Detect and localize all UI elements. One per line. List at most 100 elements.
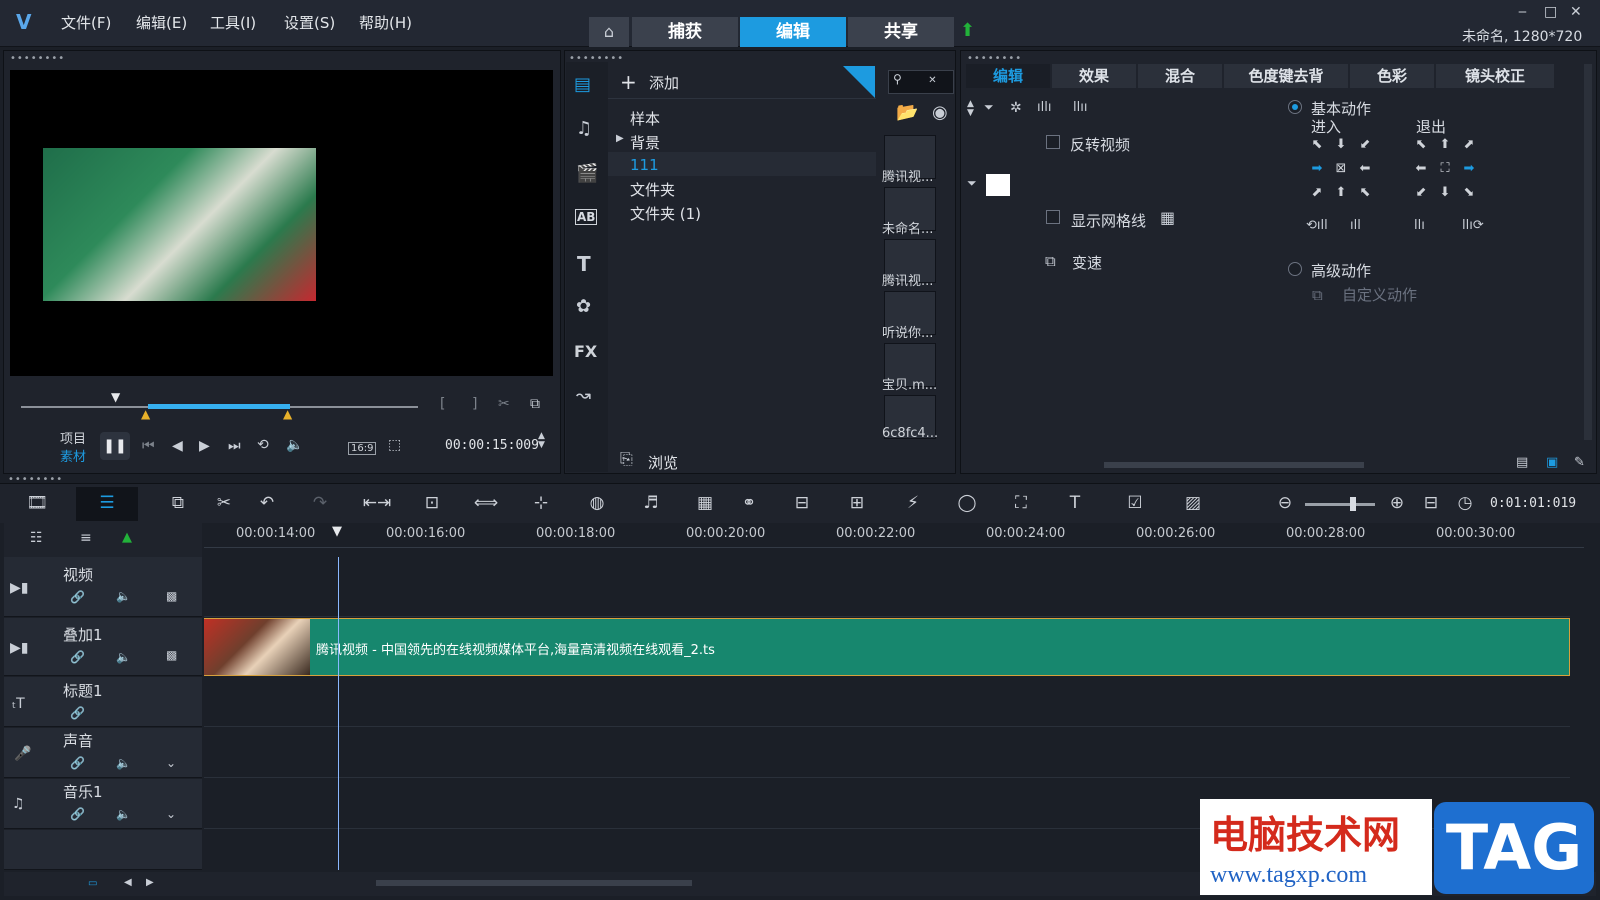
trim-end-marker[interactable]: ▲ [283,407,292,421]
speed-button[interactable]: 变速 [1072,252,1102,273]
scroll-left-icon[interactable]: ◀ [124,877,132,888]
clock-icon[interactable]: ◷ [1450,490,1480,516]
folder-folder-1[interactable]: 文件夹 (1) [630,203,701,224]
title-3d-icon[interactable]: T [1060,490,1090,516]
go-start-icon[interactable]: ⏮ [142,438,155,454]
timecode-stepper-icon[interactable]: ▲ ▼ [538,432,545,450]
folder-background[interactable]: 背景 [630,132,660,153]
fade-in-icon[interactable]: ıllı [1037,100,1051,115]
fade-out-motion-icon[interactable]: llı [1414,218,1425,233]
timeline-timecode[interactable]: 0:01:01:019 [1490,496,1576,511]
track-volume-icon[interactable]: 🔈 [116,807,131,821]
voice-track-lane[interactable] [204,728,1570,778]
exit-bottom-left-icon[interactable]: ⬋ [1410,182,1432,204]
menu-help[interactable]: 帮助(H) [359,12,412,33]
clip-mode-label[interactable]: 素材 [60,446,86,465]
volume-icon[interactable]: 🔈 [286,437,303,453]
tab-options-color[interactable]: 色彩 [1350,64,1434,88]
mask-icon[interactable]: ◯ [952,490,982,516]
track-grid-icon[interactable]: ▩ [166,589,177,603]
graphics-category-icon[interactable]: ✿ [576,296,591,317]
scrubber-handle[interactable]: ▼ [111,390,120,404]
exit-top-icon[interactable]: ⬆ [1434,134,1456,156]
aspect-ratio-button[interactable]: 16:9 [348,442,377,455]
fit-to-window-icon[interactable]: ⇤⇥ [362,490,392,516]
tab-options-blend[interactable]: 混合 [1138,64,1222,88]
crop-frame-icon[interactable]: ⛶ [1006,490,1036,516]
redo-icon[interactable]: ↷ [305,490,335,516]
exit-top-left-icon[interactable]: ⬉ [1410,134,1432,156]
storyboard-view-icon[interactable]: 🎞 [22,490,52,516]
expand-arrow-icon[interactable]: ▶ [616,133,624,144]
folder-folder[interactable]: 文件夹 [630,179,675,200]
minimize-icon[interactable]: ‒ [1518,4,1527,20]
mute-icon[interactable]: ✲ [1010,100,1022,116]
audio-wave-icon[interactable]: ♬ [636,490,666,516]
prev-frame-icon[interactable]: ◀ [172,438,183,454]
title-category-icon[interactable]: T [577,252,591,276]
track-video[interactable] [4,557,202,617]
folder-111[interactable]: 111 [630,156,659,174]
rotate-in-icon[interactable]: ⟲ıll [1306,218,1328,233]
ripple-icon[interactable]: ⟺ [471,490,501,516]
track-volume-icon[interactable]: 🔈 [116,650,131,664]
options-scrollbar[interactable] [1584,64,1592,440]
expand-icon[interactable]: ⌄ [166,807,176,821]
instant-project-icon[interactable]: 🎬 [576,163,598,184]
exit-bottom-icon[interactable]: ⬇ [1434,182,1456,204]
title-track-lane[interactable] [204,677,1570,727]
link-icon[interactable]: 🔗 [70,650,85,664]
home-button[interactable]: ⌂ [589,17,629,47]
camera-shutter-icon[interactable]: ◉ [932,102,948,123]
playhead-marker[interactable]: ▼ [332,524,342,539]
exit-bottom-right-icon[interactable]: ⬊ [1458,182,1480,204]
multi-camera-icon[interactable]: ⊞ [842,490,872,516]
track-title[interactable] [4,677,202,727]
expand-icon[interactable]: ⌄ [166,756,176,770]
batch-icon[interactable]: ☑ [1120,490,1150,516]
add-track-icon[interactable]: ≡ [80,530,92,546]
track-voice[interactable] [4,728,202,778]
zoom-in-icon[interactable]: ⊕ [1382,490,1412,516]
tools-icon[interactable]: ✂ [209,490,239,516]
mark-in-icon[interactable]: [ [440,396,445,412]
basic-motion-radio[interactable] [1288,100,1302,114]
reverse-video-checkbox[interactable] [1046,135,1060,149]
enter-top-left-icon[interactable]: ⬉ [1306,134,1328,156]
speed-icon[interactable]: ⧉ [1045,252,1056,270]
add-folder-icon[interactable]: + [620,70,637,94]
zoom-slider-thumb[interactable] [1350,497,1356,511]
link-icon[interactable]: 🔗 [70,807,85,821]
trim-icon[interactable]: ⊹ [526,490,556,516]
trim-range[interactable] [148,404,290,409]
edit-options-icon[interactable]: ✎ [1574,455,1585,470]
browse-icon[interactable]: ⎘ [620,449,633,469]
enter-right-icon[interactable]: ⬅ [1354,158,1376,180]
tab-options-lens-correction[interactable]: 镜头校正 [1436,64,1554,88]
undo-icon[interactable]: ↶ [252,490,282,516]
clear-search-icon[interactable]: ✕ [928,75,936,86]
import-folder-icon[interactable]: 📂 [896,102,918,123]
fade-out-icon[interactable]: llıı [1073,100,1087,115]
options-hscrollbar[interactable] [1104,462,1364,468]
subtitle-icon[interactable]: ⊟ [787,490,817,516]
menu-file[interactable]: 文件(F) [61,12,111,33]
enlarge-icon[interactable]: ⧉ [530,396,540,412]
menu-edit[interactable]: 编辑(E) [136,12,187,33]
library-search-box[interactable]: ⚲ ✕ [888,70,954,94]
track-volume-icon[interactable]: 🔈 [116,589,131,603]
close-icon[interactable]: ✕ [1570,4,1582,20]
track-volume-icon[interactable]: 🔈 [116,756,131,770]
record-icon[interactable]: ◍ [582,490,612,516]
tab-share[interactable]: 共享 [848,17,954,47]
tab-options-effect[interactable]: 效果 [1052,64,1136,88]
auto-music-icon[interactable]: ▦ [690,490,720,516]
copy-icon[interactable]: ⧉ [163,490,193,516]
tab-options-chroma-key[interactable]: 色度键去背 [1224,64,1348,88]
path-category-icon[interactable]: ↝ [576,385,591,406]
blend-icon[interactable]: ⚭ [734,490,764,516]
exit-left-icon[interactable]: ⬅ [1410,158,1432,180]
track-height-icon[interactable]: ▲ [122,530,132,545]
dropdown-icon[interactable]: ⏷ [984,100,994,115]
track-overlay-add-icon[interactable]: ▭ [88,878,97,889]
